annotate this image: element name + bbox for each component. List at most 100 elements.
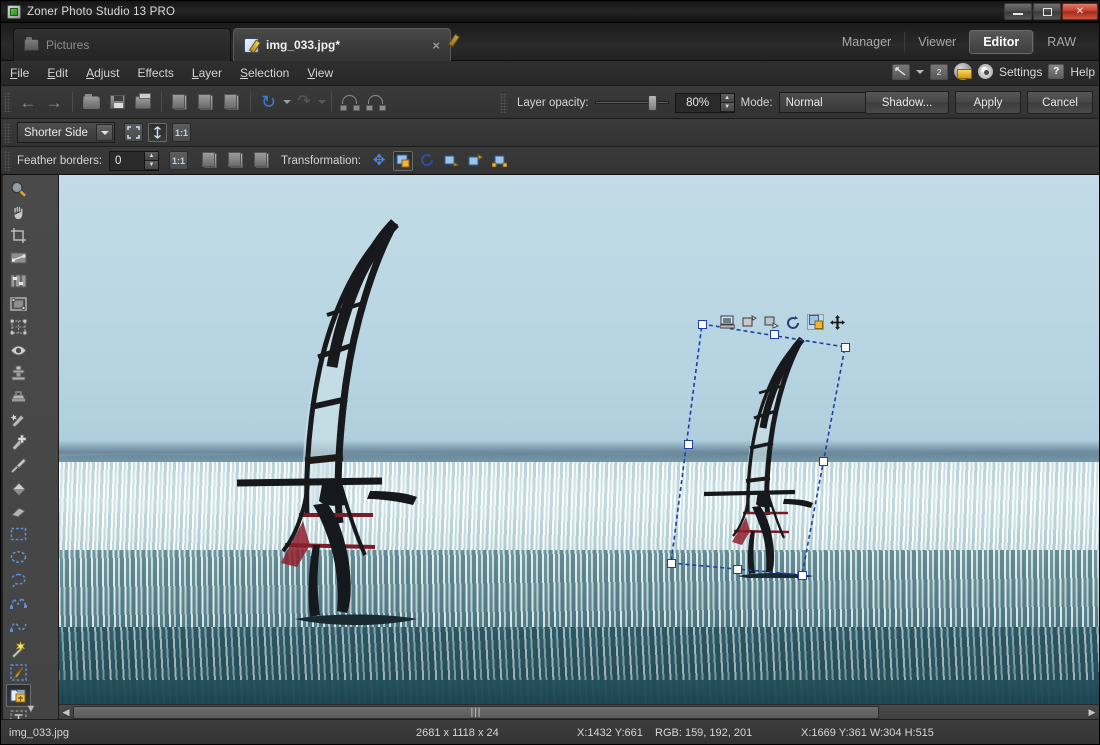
chevron-down-icon[interactable] (916, 70, 924, 74)
magic-wand-tool[interactable] (6, 638, 31, 661)
scale-icon[interactable] (807, 314, 824, 330)
tab-img033[interactable]: img_033.jpg* × (233, 28, 451, 61)
healing-brush-tool[interactable] (6, 431, 31, 454)
menu-selection[interactable]: Selection (231, 63, 298, 83)
paste-selection-icon[interactable] (223, 149, 249, 173)
scale-transform-icon[interactable] (393, 151, 413, 171)
place-layer-icon[interactable] (719, 314, 736, 330)
rectangular-select-tool[interactable] (6, 523, 31, 546)
move-icon[interactable] (829, 314, 846, 330)
feather-stepper[interactable]: 0 ▲▼ (109, 151, 159, 171)
horizontal-scrollbar[interactable]: ◀ ||| ▶ (59, 704, 1099, 719)
selection-handle[interactable] (667, 559, 676, 568)
print-icon[interactable] (130, 90, 156, 114)
rotate-transform-icon[interactable] (417, 151, 437, 171)
mode-raw[interactable]: RAW (1033, 31, 1089, 53)
new-edit-tab-icon[interactable] (456, 33, 478, 53)
eraser-tool[interactable] (6, 500, 31, 523)
copy-selection-icon[interactable] (197, 149, 223, 173)
menu-effects[interactable]: Effects (128, 63, 182, 83)
selection-handle[interactable] (841, 343, 850, 352)
apply-button[interactable]: Apply (955, 91, 1021, 114)
feather-down-icon[interactable]: ▼ (145, 161, 158, 170)
opacity-group-grip[interactable] (500, 93, 507, 113)
toolbar-grip[interactable] (4, 92, 11, 112)
layer-opacity-slider[interactable] (595, 101, 669, 104)
skew-transform-icon[interactable] (441, 151, 461, 171)
perspective-icon[interactable] (741, 314, 758, 330)
selection-handle[interactable] (770, 330, 779, 339)
redo-chevron-down-icon[interactable] (318, 100, 326, 104)
selection-handle[interactable] (733, 565, 742, 574)
scroll-left-icon[interactable]: ◀ (59, 705, 73, 720)
slider-knob[interactable] (648, 95, 657, 111)
crop-tool[interactable] (6, 224, 31, 247)
feather-up-icon[interactable]: ▲ (145, 152, 158, 161)
straighten-tool[interactable] (6, 247, 31, 270)
selection-handle[interactable] (819, 457, 828, 466)
rotate-right-icon[interactable] (363, 90, 389, 114)
selection-handle[interactable] (798, 571, 807, 580)
selection-handle[interactable] (684, 440, 693, 449)
lasso-select-tool[interactable] (6, 569, 31, 592)
red-eye-tool[interactable] (6, 339, 31, 362)
elliptical-select-tool[interactable] (6, 546, 31, 569)
menu-edit[interactable]: Edit (38, 63, 77, 83)
open-folder-icon[interactable] (78, 90, 104, 114)
one-to-one-icon[interactable]: 1:1 (172, 123, 191, 142)
settings-label[interactable]: Settings (999, 65, 1042, 79)
fit-to-window-icon[interactable] (124, 123, 143, 142)
second-monitor-icon[interactable]: 2 (930, 64, 948, 80)
warp-tool[interactable] (6, 316, 31, 339)
feather-one-to-one-icon[interactable]: 1:1 (169, 151, 188, 170)
opacity-down-icon[interactable]: ▼ (721, 103, 734, 112)
menu-adjust[interactable]: Adjust (77, 63, 128, 83)
selection-handle[interactable] (698, 320, 707, 329)
shadow-button[interactable]: Shadow... (865, 91, 949, 114)
menu-file[interactable]: File (1, 63, 38, 83)
screen-mode-icon[interactable] (892, 64, 910, 80)
back-arrow-icon[interactable]: ← (15, 90, 41, 114)
paint-bucket-tool[interactable] (6, 477, 31, 500)
mail-globe-icon[interactable] (954, 63, 972, 80)
selection-brush-tool[interactable] (6, 661, 31, 684)
undo-chevron-down-icon[interactable] (283, 100, 291, 104)
skew-icon[interactable] (763, 314, 780, 330)
image-canvas[interactable]: ◀ ||| ▶ (59, 175, 1099, 719)
rotate-left-icon[interactable] (337, 90, 363, 114)
zoom-tool[interactable] (6, 178, 31, 201)
clone-stamp-tool[interactable] (6, 362, 31, 385)
tab-pictures[interactable]: Pictures (13, 28, 231, 61)
cancel-button[interactable]: Cancel (1027, 91, 1093, 114)
help-label[interactable]: Help (1070, 65, 1095, 79)
distort-transform-icon[interactable] (489, 151, 509, 171)
opacity-up-icon[interactable]: ▲ (721, 94, 734, 103)
toolbar-grip[interactable] (4, 123, 11, 143)
polygon-select-tool[interactable] (6, 592, 31, 615)
gear-icon[interactable] (978, 64, 993, 79)
retouch-brush-tool[interactable] (6, 408, 31, 431)
levels-tool[interactable] (6, 270, 31, 293)
smoothing-tool[interactable] (6, 385, 31, 408)
help-icon[interactable]: ? (1048, 64, 1064, 79)
opacity-stepper[interactable]: 80% ▲▼ (675, 93, 735, 113)
paste-icon[interactable] (193, 90, 219, 114)
undo-icon[interactable]: ↺ (256, 90, 282, 114)
cut-icon[interactable] (219, 90, 245, 114)
scroll-track[interactable]: ||| (73, 705, 1085, 720)
save-icon[interactable] (104, 90, 130, 114)
scroll-right-icon[interactable]: ▶ (1085, 705, 1099, 720)
rotate-icon[interactable] (785, 314, 802, 330)
mode-viewer[interactable]: Viewer (904, 31, 969, 53)
curves-tool[interactable] (6, 293, 31, 316)
menu-view[interactable]: View (298, 63, 342, 83)
magnetic-lasso-tool[interactable] (6, 615, 31, 638)
mode-editor[interactable]: Editor (969, 30, 1033, 54)
hand-pan-tool[interactable] (6, 201, 31, 224)
resize-mode-select[interactable]: Shorter Side (17, 122, 115, 143)
redo-icon[interactable]: ↷ (291, 90, 317, 114)
copy-icon[interactable] (167, 90, 193, 114)
perspective-transform-icon[interactable] (465, 151, 485, 171)
menu-layer[interactable]: Layer (183, 63, 231, 83)
tab-close-icon[interactable]: × (432, 38, 440, 53)
